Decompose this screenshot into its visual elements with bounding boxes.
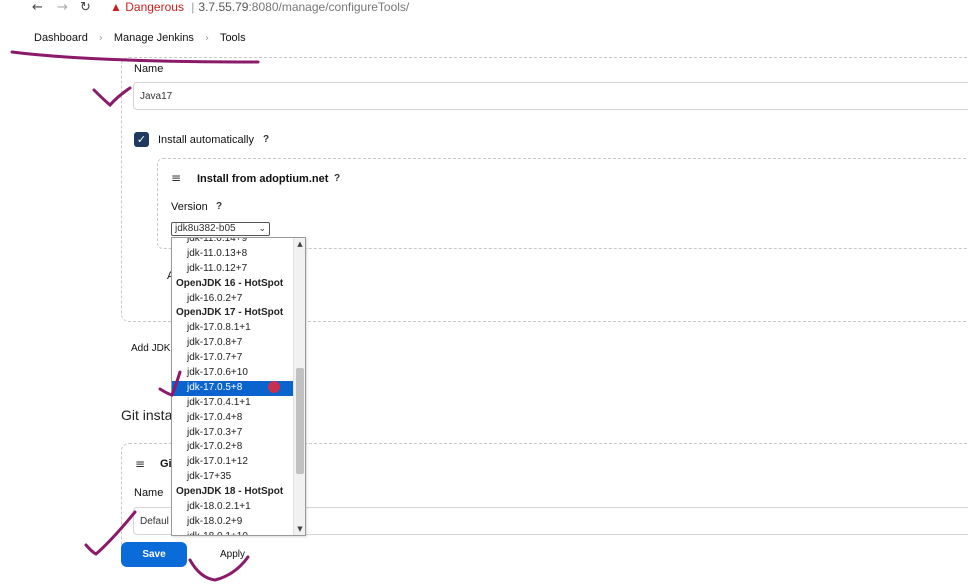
chevron-down-icon: ⌄ [258,224,266,234]
version-dropdown-list[interactable]: jdk-11.0.14+9 jdk-11.0.13+8 jdk-11.0.12+7 O… [171,237,306,536]
version-select[interactable]: jdk8u382-b05 ⌄ [171,222,270,236]
save-button[interactable]: Save [121,542,187,567]
help-icon[interactable]: ? [334,173,340,184]
url-host: 3.7.55.79 [198,0,249,14]
forward-icon[interactable]: → [57,0,68,15]
dropdown-group-header: OpenJDK 18 - HotSpot [176,486,284,498]
dropdown-option[interactable]: jdk-17.0.7+7 [172,351,294,366]
install-automatically-label: Install automatically [158,134,254,146]
chevron-right-icon: › [98,32,103,44]
breadcrumb: Dashboard › Manage Jenkins › Tools [34,32,246,44]
version-label: Version [171,201,208,213]
git-installations-heading: Git insta [121,407,173,423]
warning-icon: ▲ [110,0,122,14]
breadcrumb-tools[interactable]: Tools [220,32,246,44]
dropdown-option[interactable]: jdk-17+35 [172,470,294,485]
breadcrumb-manage-jenkins[interactable]: Manage Jenkins [114,32,194,44]
dropdown-option[interactable]: jdk-16.0.2+7 [172,292,294,307]
dropdown-option[interactable]: jdk-11.0.14+9 [172,238,294,247]
version-selected-value: jdk8u382-b05 [175,223,236,234]
dropdown-option[interactable]: jdk-17.0.8+7 [172,336,294,351]
dropdown-option[interactable]: jdk-17.0.1+12 [172,455,294,470]
dropdown-option[interactable]: jdk-17.0.2+8 [172,440,294,455]
dropdown-option[interactable]: jdk-17.0.6+10 [172,366,294,381]
security-label: Dangerous [125,0,184,14]
dropdown-option[interactable]: jdk-17.0.4.1+1 [172,396,294,411]
git-name-label: Name [134,487,164,499]
dropdown-option[interactable]: jdk-18.0.1+10 [172,530,294,535]
dropdown-option[interactable]: jdk-17.0.3+7 [172,426,294,441]
installer-card [157,158,968,249]
scrollbar-thumb[interactable] [296,368,304,474]
help-icon[interactable]: ? [216,201,222,212]
scroll-down-icon[interactable]: ▼ [294,525,305,533]
chevron-right-icon: › [204,32,209,44]
address-bar[interactable]: ▲ Dangerous | 3.7.55.79:8080/manage/confi… [110,0,409,14]
breadcrumb-dashboard[interactable]: Dashboard [34,32,88,44]
drag-handle-icon[interactable]: ≡ [171,171,181,185]
url-separator: | [191,0,195,14]
dropdown-option[interactable]: jdk-11.0.13+8 [172,247,294,262]
dropdown-option[interactable]: jdk-11.0.12+7 [172,262,294,277]
url-path: :8080/manage/configureTools/ [248,0,410,14]
jdk-name-label: Name [134,63,164,75]
dropdown-option[interactable]: jdk-18.0.2+9 [172,515,294,530]
apply-button[interactable]: Apply [205,542,260,567]
dropdown-scrollbar[interactable]: ▲ ▼ [293,238,305,535]
installer-title: Install from adoptium.net [197,173,329,185]
add-jdk-button[interactable]: Add JDK [131,343,170,354]
mouse-cursor-icon [268,381,280,393]
reload-icon[interactable]: ↻ [80,0,91,15]
jdk-name-input[interactable] [133,82,968,110]
dropdown-option[interactable]: jdk-17.0.4+8 [172,411,294,426]
help-icon[interactable]: ? [263,134,269,145]
dropdown-option[interactable]: jdk-18.0.2.1+1 [172,500,294,515]
scroll-up-icon[interactable]: ▲ [294,240,305,248]
back-icon[interactable]: ← [32,0,43,15]
drag-handle-icon[interactable]: ≡ [135,457,145,471]
git-card-title: Gi [160,458,172,470]
dropdown-group-header: OpenJDK 17 - HotSpot [176,307,284,319]
dropdown-group-header: OpenJDK 16 - HotSpot [176,277,284,289]
dropdown-option[interactable]: jdk-17.0.8.1+1 [172,321,294,336]
install-automatically-checkbox[interactable]: ✓ [134,132,149,147]
